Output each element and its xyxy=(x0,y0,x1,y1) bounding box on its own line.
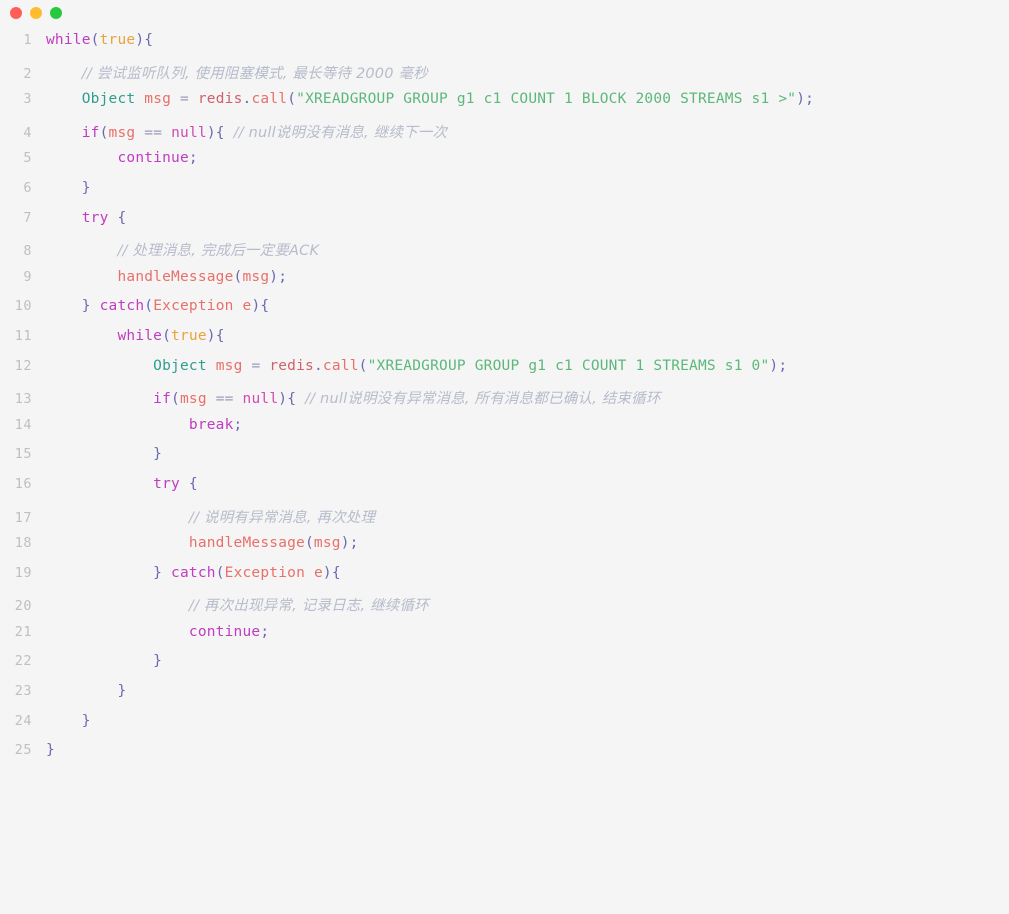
line-number: 23 xyxy=(14,683,32,700)
line-content[interactable]: handleMessage(msg); xyxy=(46,535,1009,551)
line-content[interactable]: // 处理消息, 完成后一定要ACK xyxy=(46,239,1009,260)
code-line: 21 continue; xyxy=(0,624,1009,654)
code-line: 16 try { xyxy=(0,476,1009,506)
line-content[interactable]: if(msg == null){ // null说明没有异常消息, 所有消息都已… xyxy=(46,387,1009,408)
line-number: 24 xyxy=(14,712,32,729)
line-content[interactable]: // 再次出现异常, 记录日志, 继续循环 xyxy=(46,594,1009,615)
code-line: 5 continue; xyxy=(0,150,1009,180)
line-content[interactable]: break; xyxy=(46,417,1009,433)
code-line: 6 } xyxy=(0,180,1009,210)
line-content[interactable]: } xyxy=(46,180,1009,196)
code-line: 25 } xyxy=(0,742,1009,772)
line-number: 16 xyxy=(14,475,32,492)
code-line: 4 if(msg == null){ // null说明没有消息, 继续下一次 xyxy=(0,121,1009,151)
line-content[interactable]: // 尝试监听队列, 使用阻塞模式, 最长等待 2000 毫秒 xyxy=(46,62,1009,83)
code-line: 9 handleMessage(msg); xyxy=(0,269,1009,299)
line-number: 18 xyxy=(14,535,32,552)
line-number: 1 xyxy=(23,32,32,48)
line-content[interactable]: } xyxy=(46,653,1009,669)
code-line: 3 Object msg = redis.call("XREADGROUP GR… xyxy=(0,91,1009,121)
code-line: 7 try { xyxy=(0,210,1009,240)
code-line: 17 // 说明有异常消息, 再次处理 xyxy=(0,506,1009,536)
line-number: 19 xyxy=(14,564,32,581)
line-content[interactable]: Object msg = redis.call("XREADGROUP GROU… xyxy=(46,91,1009,107)
line-number: 5 xyxy=(23,150,32,167)
line-number: 7 xyxy=(23,209,32,226)
line-number: 14 xyxy=(14,416,32,433)
code-snippet-card: 1 while(true){ 2 // 尝试监听队列, 使用阻塞模式, 最长等待… xyxy=(0,0,1009,914)
line-content[interactable]: if(msg == null){ // null说明没有消息, 继续下一次 xyxy=(46,121,1009,142)
line-number: 21 xyxy=(14,623,32,640)
line-content[interactable]: } xyxy=(46,742,1009,758)
line-content[interactable]: while(true){ xyxy=(46,32,1009,48)
line-number: 11 xyxy=(14,327,32,344)
line-content[interactable]: } xyxy=(46,713,1009,729)
line-number: 15 xyxy=(14,446,32,463)
line-content[interactable]: } catch(Exception e){ xyxy=(46,298,1009,314)
line-number: 6 xyxy=(23,179,32,196)
line-number: 25 xyxy=(14,742,32,759)
line-number: 9 xyxy=(23,268,32,285)
line-content[interactable]: continue; xyxy=(46,624,1009,640)
code-line: 15 } xyxy=(0,446,1009,476)
code-line: 18 handleMessage(msg); xyxy=(0,535,1009,565)
line-content[interactable]: try { xyxy=(46,210,1009,226)
line-number: 4 xyxy=(23,124,32,141)
code-line: 11 while(true){ xyxy=(0,328,1009,358)
code-line: 2 // 尝试监听队列, 使用阻塞模式, 最长等待 2000 毫秒 xyxy=(0,62,1009,92)
line-content[interactable]: continue; xyxy=(46,150,1009,166)
line-number: 3 xyxy=(23,91,32,108)
close-button[interactable] xyxy=(10,7,22,19)
code-line: 1 while(true){ xyxy=(0,32,1009,62)
line-content[interactable]: // 说明有异常消息, 再次处理 xyxy=(46,506,1009,527)
code-line: 12 Object msg = redis.call("XREADGROUP G… xyxy=(0,358,1009,388)
code-line: 24 } xyxy=(0,713,1009,743)
line-number: 8 xyxy=(23,243,32,260)
line-content[interactable]: while(true){ xyxy=(46,328,1009,344)
line-content[interactable]: handleMessage(msg); xyxy=(46,269,1009,285)
line-number: 17 xyxy=(14,509,32,526)
code-line: 22 } xyxy=(0,653,1009,683)
line-number: 2 xyxy=(23,65,32,82)
code-line: 23 } xyxy=(0,683,1009,713)
code-line: 13 if(msg == null){ // null说明没有异常消息, 所有消… xyxy=(0,387,1009,417)
line-number: 22 xyxy=(14,653,32,670)
minimize-button[interactable] xyxy=(30,7,42,19)
code-line: 19 } catch(Exception e){ xyxy=(0,565,1009,595)
code-line: 14 break; xyxy=(0,417,1009,447)
line-content[interactable]: } catch(Exception e){ xyxy=(46,565,1009,581)
code-line: 10 } catch(Exception e){ xyxy=(0,298,1009,328)
line-number: 12 xyxy=(14,357,32,374)
line-number: 13 xyxy=(14,391,32,408)
maximize-button[interactable] xyxy=(50,7,62,19)
line-number: 20 xyxy=(14,598,32,615)
line-content[interactable]: } xyxy=(46,446,1009,462)
window-titlebar xyxy=(0,0,1009,26)
code-line: 20 // 再次出现异常, 记录日志, 继续循环 xyxy=(0,594,1009,624)
line-number: 10 xyxy=(14,298,32,315)
line-content[interactable]: } xyxy=(46,683,1009,699)
code-block[interactable]: 1 while(true){ 2 // 尝试监听队列, 使用阻塞模式, 最长等待… xyxy=(0,26,1009,772)
code-line: 8 // 处理消息, 完成后一定要ACK xyxy=(0,239,1009,269)
line-content[interactable]: Object msg = redis.call("XREADGROUP GROU… xyxy=(46,358,1009,374)
line-content[interactable]: try { xyxy=(46,476,1009,492)
